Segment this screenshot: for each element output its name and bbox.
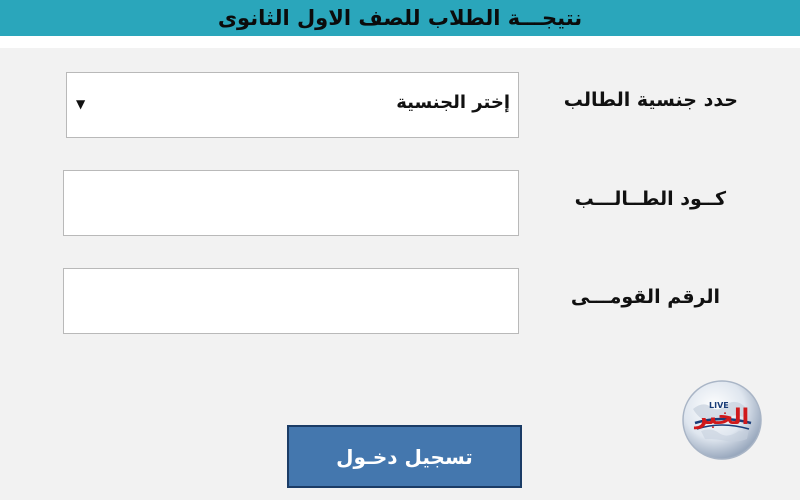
page-title: نتيجـــة الطلاب للصف الاول الثانوى [217,6,583,30]
nationality-select[interactable]: إختر الجنسية ▼ [66,72,519,138]
site-logo: LIVE الخبر [681,379,763,461]
nationality-selected-value: إختر الجنسية [396,92,510,113]
student-code-input[interactable] [63,170,519,236]
nationality-label: حدد جنسية الطالب [563,89,738,111]
header-gap [0,38,800,48]
logo-text: الخبر [694,405,750,430]
student-code-label: كــود الطــالـــب [574,188,726,210]
national-id-label: الرقم القومـــى [570,286,720,308]
login-button[interactable]: تسجيل دخـول [287,425,522,488]
dropdown-arrow-icon: ▼ [76,97,86,111]
national-id-input[interactable] [63,268,519,334]
header-bar: نتيجـــة الطلاب للصف الاول الثانوى [0,0,800,38]
